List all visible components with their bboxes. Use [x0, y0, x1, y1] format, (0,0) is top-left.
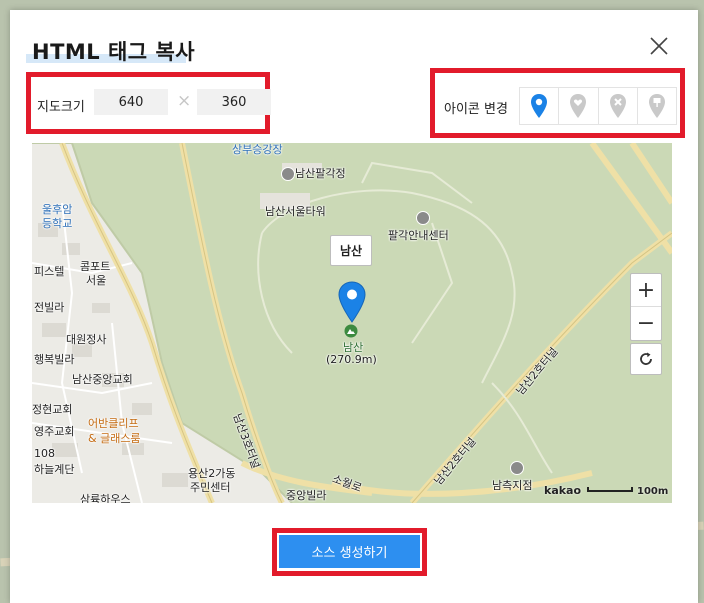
- reset-button[interactable]: [630, 343, 662, 375]
- icon-option-pin[interactable]: [520, 88, 560, 124]
- map-label: 남산중앙교회: [72, 373, 133, 386]
- size-separator: ×: [177, 91, 192, 111]
- map-label: (270.9m): [326, 353, 377, 366]
- map-copyright: kakao: [544, 484, 582, 497]
- map-pin-icon: [531, 94, 548, 118]
- map-label: 중앙빌라: [286, 489, 327, 502]
- icon-option-heart[interactable]: [559, 88, 599, 124]
- map-preview[interactable]: 상부승강장 남산팔각정 남산서울타워 팔각안내센터 울후암 등학교 피스텔 콤포…: [32, 143, 672, 503]
- icon-options: [519, 87, 677, 125]
- map-label: 피스텔: [34, 265, 65, 278]
- place-name-tag: 남산: [330, 235, 373, 266]
- map-width-input[interactable]: [94, 89, 168, 115]
- zoom-control: + −: [630, 273, 662, 341]
- map-label: 상부승강장: [232, 143, 283, 156]
- map-label: 남측지점: [492, 479, 533, 492]
- zoom-out-button[interactable]: −: [631, 306, 661, 339]
- map-height-input[interactable]: [197, 89, 271, 115]
- scale-label: 100m: [637, 486, 669, 497]
- icon-option-x[interactable]: [599, 88, 638, 124]
- location-marker-icon[interactable]: [338, 281, 366, 325]
- map-label: 전빌라: [34, 301, 65, 314]
- map-label: 서울: [86, 274, 107, 287]
- map-label: 108: [34, 447, 55, 460]
- poi-icon: [281, 167, 295, 181]
- scale-bar: [587, 487, 633, 492]
- icon-change-group: 아이콘 변경: [430, 68, 685, 138]
- map-label: 팔각안내센터: [388, 229, 449, 242]
- map-label: 대원정사: [66, 333, 107, 346]
- poi-icon: [416, 211, 430, 225]
- html-tag-copy-dialog: HTML 태그 복사 지도크기 × 아이콘 변경: [10, 10, 698, 603]
- icon-change-label: 아이콘 변경: [444, 102, 508, 117]
- map-label: 등학교: [42, 217, 73, 230]
- map-label: 하늘계단: [34, 463, 75, 476]
- map-label: 주민센터: [190, 481, 231, 494]
- map-label: 영주교회: [34, 425, 75, 438]
- map-label: & 글래스룸: [88, 432, 141, 445]
- zoom-in-button[interactable]: +: [631, 274, 661, 306]
- mountain-icon: [344, 324, 358, 338]
- generate-source-button[interactable]: 소스 생성하기: [279, 535, 420, 568]
- heart-pin-icon: [570, 94, 587, 118]
- flag-pin-icon: [648, 94, 665, 118]
- map-label: 어반클리프: [88, 417, 139, 430]
- x-pin-icon: [609, 94, 626, 118]
- icon-option-flag[interactable]: [638, 88, 676, 124]
- map-label: 남산서울타워: [265, 205, 326, 218]
- map-label: 남산팔각정: [295, 167, 346, 180]
- map-size-group: 지도크기 ×: [26, 72, 271, 134]
- poi-icon: [510, 461, 524, 475]
- close-button[interactable]: [647, 34, 671, 58]
- map-label: 정현교회: [32, 403, 73, 416]
- refresh-icon: [640, 352, 652, 365]
- dialog-title: HTML 태그 복사: [32, 40, 196, 64]
- map-size-label: 지도크기: [37, 100, 85, 115]
- close-icon: [650, 37, 668, 55]
- map-label: 삼륙하우스: [80, 493, 131, 503]
- map-label: 행복빌라: [34, 353, 75, 366]
